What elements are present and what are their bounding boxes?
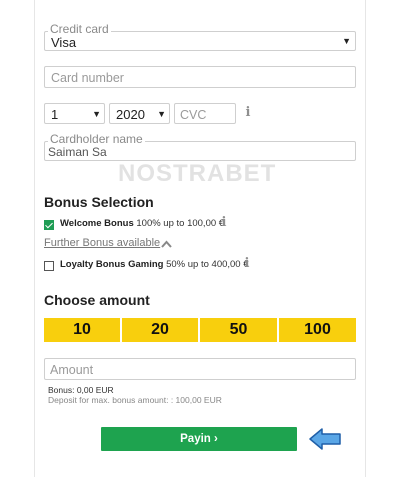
info-icon[interactable]: i bbox=[242, 257, 252, 271]
loyalty-bonus-detail: 50% up to 400,00 € bbox=[166, 259, 249, 270]
expiry-month-select[interactable]: 1 ▼ bbox=[44, 103, 105, 124]
amount-option-20[interactable]: 20 bbox=[122, 318, 198, 342]
expiry-year-select[interactable]: 2020 ▼ bbox=[109, 103, 170, 124]
cvc-placeholder: CVC bbox=[180, 108, 207, 122]
expiry-month-value: 1 bbox=[51, 107, 59, 122]
amount-option-10[interactable]: 10 bbox=[44, 318, 120, 342]
chevron-up-icon[interactable] bbox=[161, 240, 172, 248]
loyalty-bonus-name: Loyalty Bonus Gaming bbox=[60, 259, 164, 270]
payin-button[interactable]: Payin › bbox=[101, 427, 297, 451]
loyalty-bonus-checkbox[interactable] bbox=[44, 261, 54, 271]
welcome-bonus-detail: 100% up to 100,00 € bbox=[136, 218, 225, 229]
amount-section-title: Choose amount bbox=[44, 292, 150, 308]
cardholder-label: Cardholder name bbox=[48, 132, 145, 146]
welcome-bonus-name: Welcome Bonus bbox=[60, 218, 134, 229]
credit-card-value: Visa bbox=[51, 35, 77, 50]
expiry-year-value: 2020 bbox=[116, 107, 145, 122]
card-number-placeholder: Card number bbox=[51, 71, 124, 85]
amount-option-50[interactable]: 50 bbox=[200, 318, 277, 342]
loyalty-bonus-row: Loyalty Bonus Gaming 50% up to 400,00 € bbox=[60, 259, 249, 270]
info-icon[interactable]: i bbox=[243, 106, 253, 120]
info-icon[interactable]: i bbox=[219, 216, 229, 230]
cvc-input[interactable]: CVC bbox=[174, 103, 236, 124]
cardholder-value: Saiman Sa bbox=[48, 145, 107, 159]
arrow-left-icon bbox=[309, 428, 341, 450]
bonus-section-title: Bonus Selection bbox=[44, 194, 154, 210]
amount-option-100[interactable]: 100 bbox=[279, 318, 356, 342]
further-bonus-link[interactable]: Further Bonus available bbox=[44, 237, 160, 249]
chevron-down-icon: ▼ bbox=[342, 36, 351, 46]
card-number-input[interactable]: Card number bbox=[44, 66, 356, 88]
deposit-max-note: Deposit for max. bonus amount: : 100,00 … bbox=[48, 395, 222, 405]
amount-input[interactable]: Amount bbox=[44, 358, 356, 380]
watermark-logo: NOSTRABET bbox=[118, 160, 277, 187]
welcome-bonus-row: Welcome Bonus 100% up to 100,00 € bbox=[60, 218, 224, 229]
welcome-bonus-checkbox[interactable] bbox=[44, 220, 54, 230]
amount-placeholder: Amount bbox=[50, 363, 94, 377]
credit-card-label: Credit card bbox=[48, 22, 111, 36]
chevron-down-icon: ▼ bbox=[157, 109, 166, 119]
chevron-down-icon: ▼ bbox=[92, 109, 101, 119]
bonus-amount-note: Bonus: 0,00 EUR bbox=[48, 385, 114, 395]
